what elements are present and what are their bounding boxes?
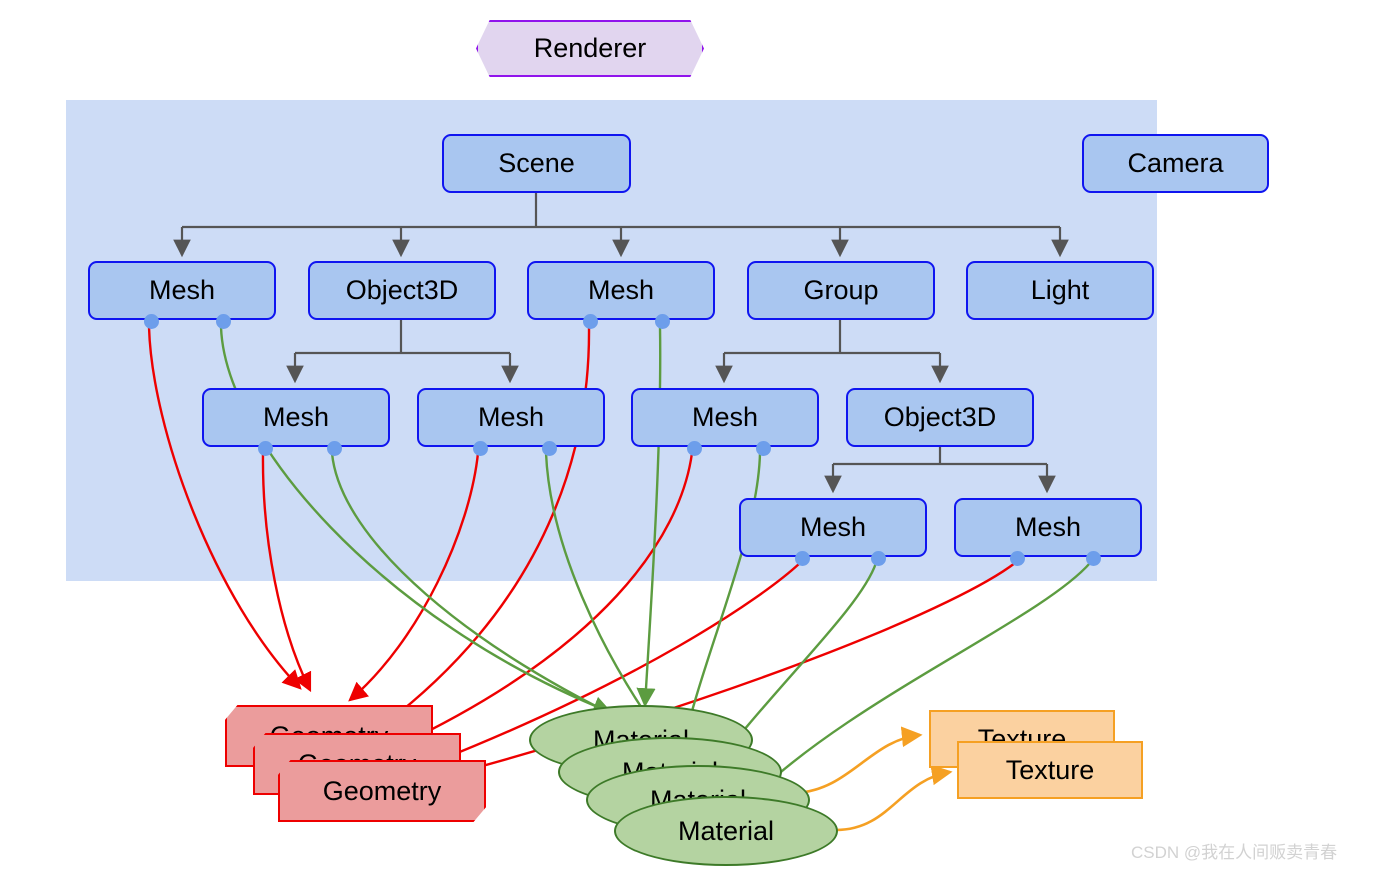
node-row2-object3d[interactable]: Object3D [308,261,496,320]
node-row2-light[interactable]: Light [966,261,1154,320]
node-label: Mesh [477,402,545,432]
renderer-node[interactable]: Renderer [476,20,704,77]
material-anchor-dot [871,551,886,566]
material-anchor-dot [756,441,771,456]
geometry-anchor-dot [687,441,702,456]
geometry-anchor-dot [795,551,810,566]
material-anchor-dot [542,441,557,456]
node-scene[interactable]: Scene [442,134,631,193]
node-label: Mesh [691,402,759,432]
node-label: Object3D [883,402,997,432]
node-row3-object3d[interactable]: Object3D [846,388,1034,447]
node-row2-mesh-1[interactable]: Mesh [88,261,276,329]
diagram-canvas: Renderer Scene Camera Mesh Object3D Mesh… [0,0,1377,870]
node-row3-mesh-3[interactable]: Mesh [631,388,819,456]
node-camera-label: Camera [1127,148,1224,178]
geometry-label: Geometry [322,775,442,806]
material-anchor-dot [1086,551,1101,566]
node-label: Group [803,275,879,305]
node-label: Object3D [345,275,459,305]
material-label: Material [677,815,775,846]
geometry-anchor-dot [144,314,159,329]
geometry-anchor-dot [258,441,273,456]
watermark: CSDN @我在人间贩卖青春 [1131,838,1337,863]
node-scene-label: Scene [498,148,575,178]
node-label: Mesh [587,275,655,305]
node-row3-mesh-1[interactable]: Mesh [202,388,390,456]
geometry-anchor-dot [583,314,598,329]
node-row4-mesh-2[interactable]: Mesh [954,498,1142,566]
node-row2-group[interactable]: Group [747,261,935,320]
node-label: Mesh [799,512,867,542]
resource-material-1[interactable]: Material [614,796,838,866]
resource-geometry-1[interactable]: Geometry [278,760,486,822]
material-anchor-dot [655,314,670,329]
geometry-anchor-dot [1010,551,1025,566]
node-row4-mesh-1[interactable]: Mesh [739,498,927,566]
texture-label: Texture [1005,754,1095,785]
node-label: Mesh [148,275,216,305]
renderer-label: Renderer [533,33,647,63]
node-row2-mesh-2[interactable]: Mesh [527,261,715,329]
watermark-text: CSDN @我在人间贩卖青春 [1131,843,1338,862]
node-label: Light [1030,275,1090,305]
node-camera[interactable]: Camera [1082,134,1269,193]
resource-texture-1[interactable]: Texture [957,741,1143,799]
node-label: Mesh [1014,512,1082,542]
node-row3-mesh-2[interactable]: Mesh [417,388,605,456]
node-label: Mesh [262,402,330,432]
geometry-anchor-dot [473,441,488,456]
material-anchor-dot [216,314,231,329]
material-anchor-dot [327,441,342,456]
